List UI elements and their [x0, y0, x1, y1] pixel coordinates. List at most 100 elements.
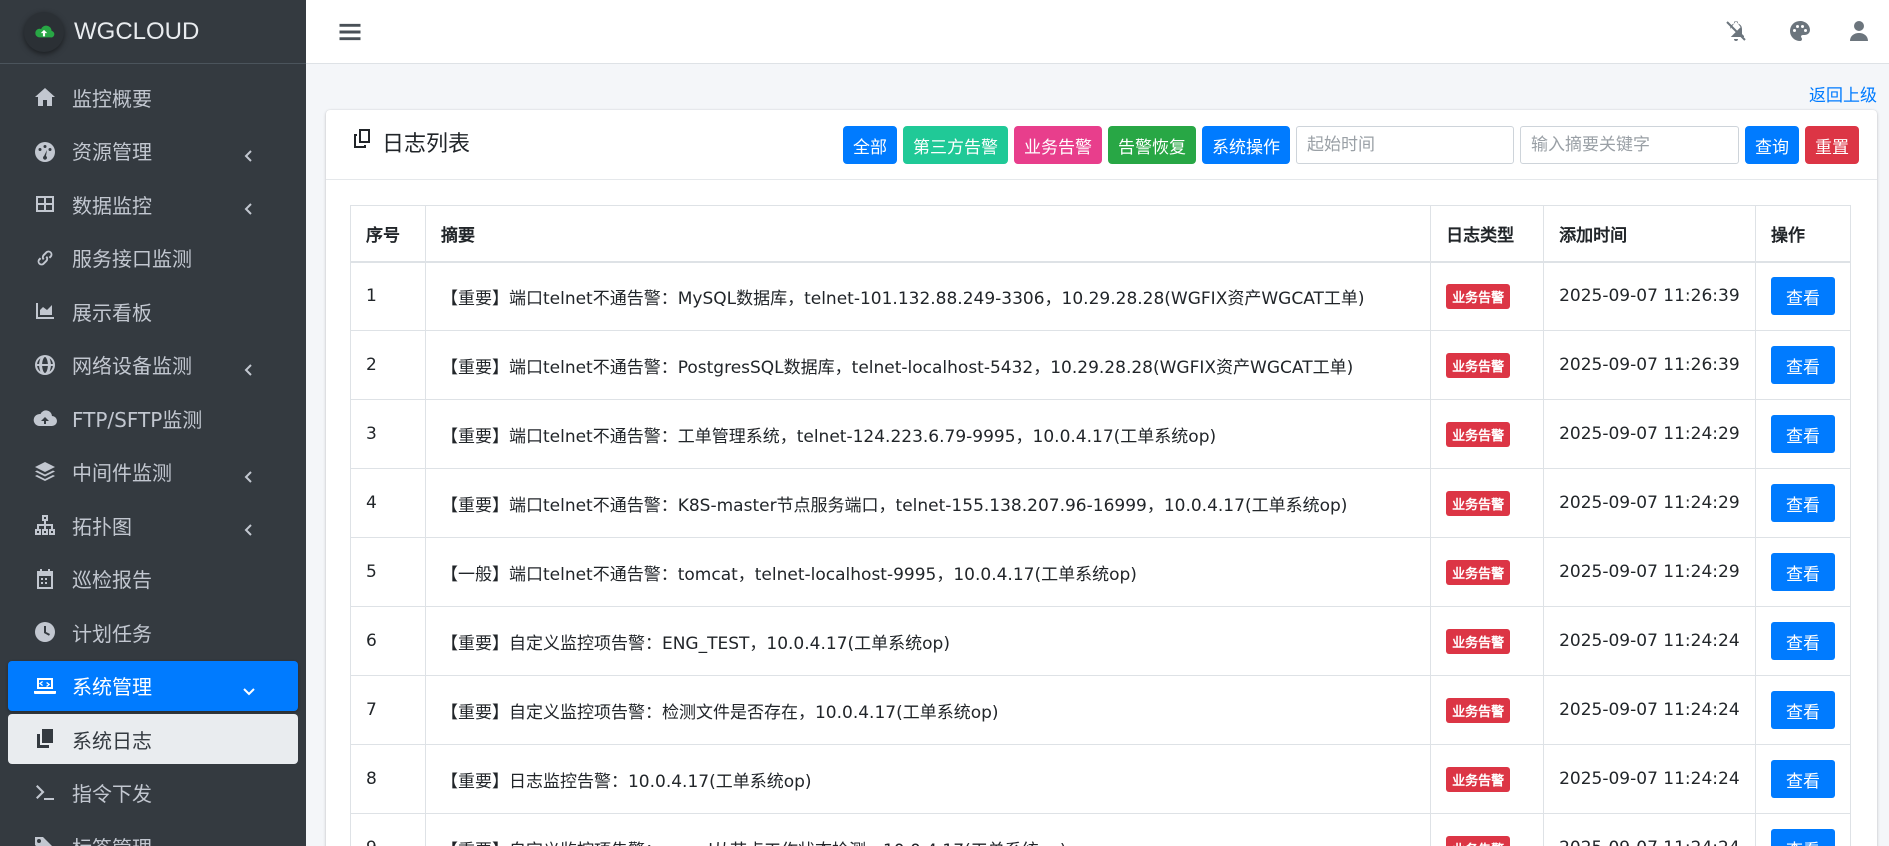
status-badge: 业务告警 — [1446, 697, 1511, 723]
laptop-code-icon — [30, 671, 60, 701]
row-added-time: 2025-09-07 11:24:29 — [1543, 468, 1756, 538]
sidebar-item-inspection-report[interactable]: 巡检报告 — [8, 554, 298, 604]
row-summary: 【重要】端口telnet不通告警：K8S-master节点服务端口，telnet… — [424, 468, 1432, 538]
tachometer-icon — [30, 136, 60, 166]
reset-button[interactable]: 重置 — [1805, 126, 1859, 164]
top-navbar — [306, 0, 1889, 64]
row-log-type: 业务告警 — [1430, 606, 1545, 676]
copy-icon — [350, 127, 382, 157]
row-action: 查看 — [1754, 744, 1852, 814]
view-button[interactable]: 查看 — [1770, 484, 1835, 522]
filter-system-operation-button[interactable]: 系统操作 — [1202, 126, 1290, 164]
sidebar-item-scheduled-tasks[interactable]: 计划任务 — [8, 607, 298, 657]
start-time-input[interactable] — [1296, 126, 1514, 164]
table-row: 8 【重要】日志监控告警：10.0.4.17(工单系统op) 业务告警 2025-09… — [350, 744, 1852, 814]
row-added-time: 2025-09-07 11:24:24 — [1543, 744, 1756, 814]
sidebar-item-label: 中间件监测 — [72, 461, 172, 485]
sidebar-item-service-api[interactable]: 服务接口监测 — [8, 233, 298, 283]
status-badge: 业务告警 — [1446, 352, 1511, 378]
sidebar-item-topology[interactable]: 拓扑图 — [8, 500, 298, 550]
filter-third-party-button[interactable]: 第三方告警 — [903, 126, 1008, 164]
view-button[interactable]: 查看 — [1770, 691, 1835, 729]
sidebar-item-label: 标签管理 — [72, 832, 152, 846]
row-log-type: 业务告警 — [1430, 330, 1545, 400]
query-button[interactable]: 查询 — [1745, 126, 1799, 164]
menu-toggle-icon[interactable] — [336, 18, 364, 46]
sidebar-nav: 监控概要 资源管理 数据监控 服务接口监测 展示看板 网络设备监测 FTP/SF… — [0, 64, 306, 846]
row-action: 查看 — [1754, 813, 1852, 846]
row-added-time: 2025-09-07 11:24:24 — [1543, 813, 1756, 846]
table-row: 3 【重要】端口telnet不通告警：工单管理系统，telnet-124.223.… — [350, 399, 1852, 469]
log-table-body: 1 【重要】端口telnet不通告警：MySQL数据库，telnet-101.13… — [350, 261, 1852, 846]
view-button[interactable]: 查看 — [1770, 760, 1835, 798]
view-button[interactable]: 查看 — [1770, 415, 1835, 453]
sidebar-item-label: 服务接口监测 — [72, 247, 192, 271]
sidebar-item-label: 监控概要 — [72, 86, 152, 111]
keyword-search-input[interactable] — [1520, 126, 1739, 164]
brand[interactable]: WGCLOUD — [0, 0, 306, 64]
row-summary: 【重要】端口telnet不通告警：MySQL数据库，telnet-101.132… — [424, 261, 1432, 331]
user-icon[interactable] — [1844, 16, 1874, 46]
row-action: 查看 — [1754, 399, 1852, 469]
terminal-icon — [30, 778, 60, 808]
cloud-upload-icon — [30, 403, 60, 433]
row-index: 7 — [350, 675, 426, 745]
sidebar-item-label: 系统管理 — [72, 675, 152, 699]
filter-all-button[interactable]: 全部 — [843, 126, 897, 164]
sidebar-item-overview[interactable]: 监控概要 — [8, 72, 298, 122]
sidebar-item-label: 指令下发 — [72, 782, 152, 806]
view-button[interactable]: 查看 — [1770, 622, 1835, 660]
area-chart-icon — [30, 296, 60, 326]
row-summary: 【重要】日志监控告警：10.0.4.17(工单系统op) — [424, 744, 1432, 814]
row-index: 4 — [350, 468, 426, 538]
row-log-type: 业务告警 — [1430, 675, 1545, 745]
table-row: 6 【重要】自定义监控项告警：ENG_TEST，10.0.4.17(工单系统op)… — [350, 606, 1852, 676]
sidebar-item-command[interactable]: 指令下发 — [8, 768, 298, 818]
filter-alarm-recovery-button[interactable]: 告警恢复 — [1108, 126, 1196, 164]
sidebar-item-system-log[interactable]: 系统日志 — [8, 714, 298, 764]
row-log-type: 业务告警 — [1430, 744, 1545, 814]
sidebar-item-data-monitor[interactable]: 数据监控 — [8, 179, 298, 229]
row-added-time: 2025-09-07 11:26:39 — [1543, 330, 1756, 400]
view-button[interactable]: 查看 — [1770, 346, 1835, 384]
table-header-row: 序号 摘要 日志类型 添加时间 操作 — [350, 205, 1852, 263]
home-icon — [30, 82, 60, 112]
back-link[interactable]: 返回上级 — [1809, 81, 1877, 106]
chevron-left-icon — [242, 144, 256, 162]
bell-slash-icon[interactable] — [1721, 16, 1751, 46]
row-log-type: 业务告警 — [1430, 261, 1545, 331]
row-index: 1 — [350, 261, 426, 331]
cloud-logo-icon — [24, 11, 64, 52]
row-action: 查看 — [1754, 606, 1852, 676]
sidebar-item-label: 网络设备监测 — [72, 354, 192, 378]
row-added-time: 2025-09-07 11:24:29 — [1543, 537, 1756, 607]
sidebar-item-tags[interactable]: 标签管理 — [8, 821, 298, 846]
col-log-type-header: 日志类型 — [1430, 205, 1545, 263]
sidebar-item-label: 计划任务 — [72, 621, 152, 646]
sidebar-item-label: 拓扑图 — [72, 514, 132, 539]
filter-toolbar: 全部 第三方告警 业务告警 告警恢复 系统操作 查询 重置 — [837, 126, 1859, 164]
sidebar-item-middleware[interactable]: 中间件监测 — [8, 447, 298, 497]
row-action: 查看 — [1754, 675, 1852, 745]
chevron-down-icon — [242, 679, 256, 695]
view-button[interactable]: 查看 — [1770, 829, 1835, 846]
table-row: 1 【重要】端口telnet不通告警：MySQL数据库，telnet-101.13… — [350, 261, 1852, 331]
sidebar-item-label: 巡检报告 — [72, 568, 152, 592]
chevron-left-icon — [242, 197, 256, 215]
sidebar-item-network[interactable]: 网络设备监测 — [8, 340, 298, 390]
status-badge: 业务告警 — [1446, 283, 1511, 309]
table-row: 7 【重要】自定义监控项告警：检测文件是否存在，10.0.4.17(工单系统op)… — [350, 675, 1852, 745]
sidebar-item-ftp[interactable]: FTP/SFTP监测 — [8, 393, 298, 443]
filter-business-alarm-button[interactable]: 业务告警 — [1014, 126, 1102, 164]
row-added-time: 2025-09-07 11:26:39 — [1543, 261, 1756, 331]
status-badge: 业务告警 — [1446, 628, 1511, 654]
sidebar-item-system-management[interactable]: 系统管理 — [8, 660, 298, 711]
sidebar-item-dashboard[interactable]: 展示看板 — [8, 286, 298, 336]
sidebar-item-label: 资源管理 — [72, 140, 152, 164]
card-title-text: 日志列表 — [382, 132, 471, 157]
palette-icon[interactable] — [1785, 16, 1815, 46]
view-button[interactable]: 查看 — [1770, 277, 1835, 316]
row-summary: 【一般】端口telnet不通告警：tomcat，telnet-localhost… — [424, 537, 1432, 607]
view-button[interactable]: 查看 — [1770, 553, 1835, 591]
sidebar-item-resources[interactable]: 资源管理 — [8, 126, 298, 176]
